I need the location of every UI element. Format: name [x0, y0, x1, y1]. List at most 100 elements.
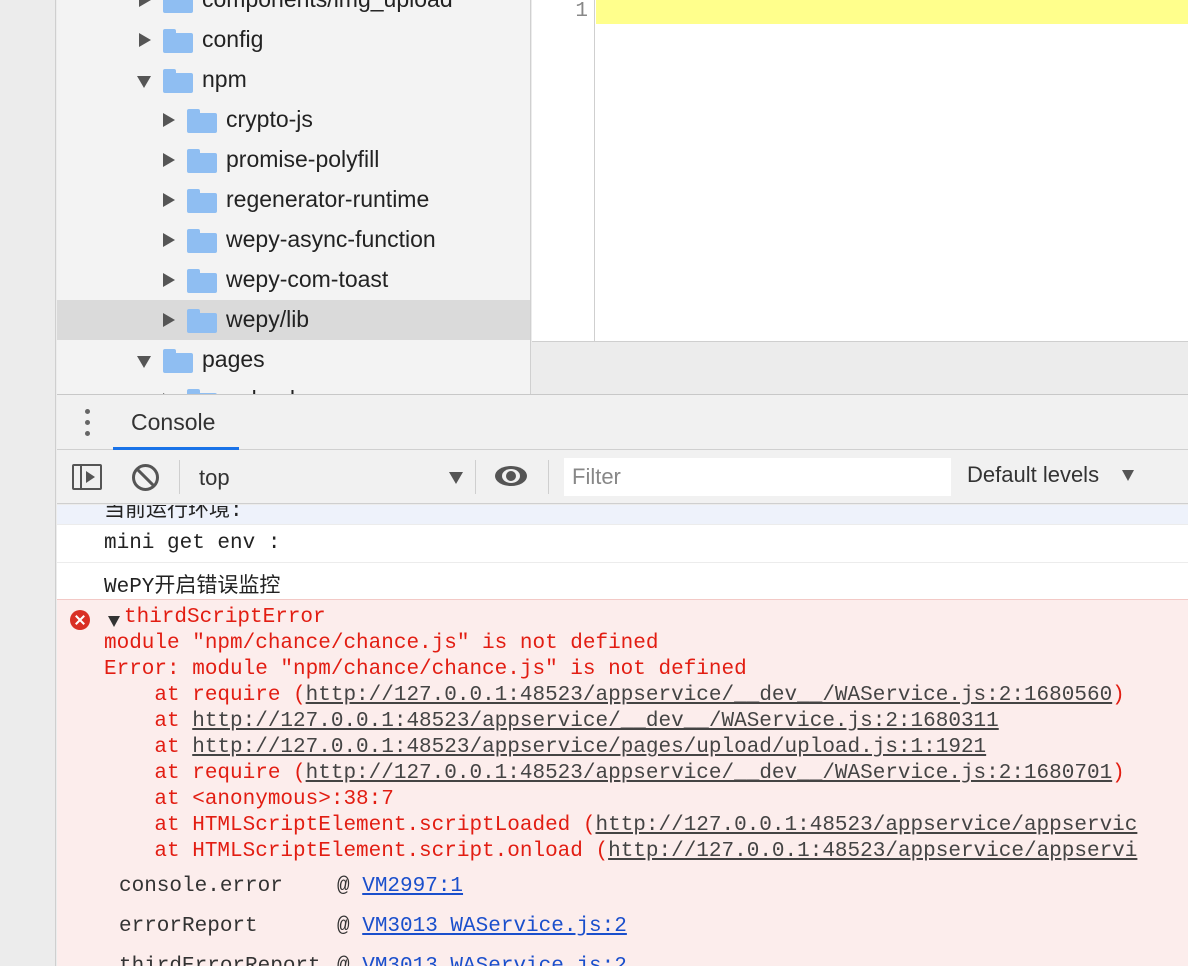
drawer-tab-bar: Console — [57, 394, 1188, 450]
error-title[interactable]: thirdScriptError — [124, 606, 326, 629]
code-editor[interactable]: 1 — [532, 0, 1188, 341]
tree-item-crypto-js[interactable]: crypto-js — [57, 100, 530, 140]
tree-item-promise-polyfill[interactable]: promise-polyfill — [57, 140, 530, 180]
call-site-row: thirdErrorReport@ VM3013 WAService.js:2 — [119, 955, 627, 966]
expand-arrow-icon[interactable] — [139, 33, 151, 47]
tree-item-config[interactable]: config — [57, 20, 530, 60]
more-options-icon[interactable] — [84, 409, 92, 439]
collapse-arrow-icon[interactable] — [137, 76, 151, 88]
stack-frame: at http://127.0.0.1:48523/appservice/pag… — [104, 736, 986, 759]
tree-item-label: wepy-com-toast — [226, 266, 389, 292]
stack-frame-link[interactable]: http://127.0.0.1:48523/appservice/__dev_… — [306, 684, 1113, 707]
stack-frame-prefix: at — [104, 710, 193, 733]
tree-item-regenerator-runtime[interactable]: regenerator-runtime — [57, 180, 530, 220]
call-site-link[interactable]: VM3013 WAService.js:2 — [362, 955, 627, 966]
tab-console[interactable]: Console — [113, 395, 239, 450]
stack-frame-link[interactable]: http://127.0.0.1:48523/appservice/__dev_… — [192, 710, 999, 733]
stack-frame-prefix: at <anonymous>:38:7 — [104, 788, 394, 811]
tree-item-pages[interactable]: pages — [57, 340, 530, 380]
call-site-at: @ — [337, 915, 350, 938]
console-message-text: WePY开启错误监控 — [104, 576, 281, 599]
console-output: 当前运行环境: mini get env : WePY开启错误监控 thirdS… — [57, 505, 1188, 966]
file-tree: components/img_upload config npm crypto-… — [57, 0, 531, 394]
folder-icon — [187, 269, 217, 293]
dropdown-caret-icon — [449, 472, 463, 484]
stack-frame-link[interactable]: http://127.0.0.1:48523/appservice/appser… — [608, 840, 1137, 863]
tree-item-upload[interactable]: upload — [57, 380, 530, 394]
expand-arrow-icon[interactable] — [163, 233, 175, 247]
stack-frame: at require (http://127.0.0.1:48523/appse… — [104, 684, 1125, 707]
tree-item-label: pages — [202, 346, 265, 372]
toolbar-divider — [475, 460, 476, 494]
collapse-arrow-icon[interactable] — [108, 616, 120, 627]
call-site-row: errorReport @ VM3013 WAService.js:2 — [119, 915, 627, 938]
tree-item-wepy-async-function[interactable]: wepy-async-function — [57, 220, 530, 260]
left-gutter — [0, 0, 56, 966]
call-site-link[interactable]: VM3013 WAService.js:2 — [362, 915, 627, 938]
expand-arrow-icon[interactable] — [163, 313, 175, 327]
call-site-at: @ — [337, 955, 350, 966]
call-site-at: @ — [337, 875, 350, 898]
stack-frame-prefix: at — [104, 736, 193, 759]
show-sidebar-icon[interactable] — [72, 464, 102, 490]
expand-arrow-icon[interactable] — [163, 113, 175, 127]
current-line-highlight — [596, 0, 1188, 24]
call-site-row: console.error @ VM2997:1 — [119, 875, 463, 898]
tree-item-components-img-upload[interactable]: components/img_upload — [57, 0, 530, 20]
line-number-gutter: 1 — [532, 0, 595, 341]
toolbar-divider — [548, 460, 549, 494]
console-message: 当前运行环境: — [57, 505, 1188, 525]
folder-icon — [187, 109, 217, 133]
tree-item-label: upload — [226, 386, 295, 394]
tree-item-wepy-lib[interactable]: wepy/lib — [57, 300, 530, 340]
stack-frame-prefix: at HTMLScriptElement.scriptLoaded ( — [104, 814, 596, 837]
folder-icon — [163, 69, 193, 93]
folder-icon — [163, 349, 193, 373]
tab-console-label: Console — [131, 409, 216, 435]
live-expression-eye-icon[interactable] — [495, 463, 527, 489]
collapse-arrow-icon[interactable] — [137, 356, 151, 368]
tree-item-label: components/img_upload — [202, 0, 453, 13]
expand-arrow-icon[interactable] — [163, 193, 175, 207]
context-selector[interactable]: top — [185, 458, 467, 496]
toolbar-divider — [179, 460, 180, 494]
tree-item-label: wepy/lib — [226, 306, 310, 332]
stack-frame-suffix: ) — [1112, 762, 1125, 785]
stack-frame-link[interactable]: http://127.0.0.1:48523/appservice/pages/… — [192, 736, 986, 759]
filter-input[interactable] — [564, 458, 951, 496]
tree-item-label: npm — [202, 66, 247, 92]
call-site-function: thirdErrorReport — [119, 955, 337, 966]
call-site-link[interactable]: VM2997:1 — [362, 875, 463, 898]
error-line: module "npm/chance/chance.js" is not def… — [104, 632, 659, 655]
folder-icon — [187, 309, 217, 333]
dropdown-caret-icon[interactable] — [1122, 470, 1134, 481]
stack-frame: at HTMLScriptElement.script.onload (http… — [104, 840, 1137, 863]
tree-item-wepy-com-toast[interactable]: wepy-com-toast — [57, 260, 530, 300]
editor-status-area — [532, 341, 1188, 394]
stack-frame-suffix: ) — [1112, 684, 1125, 707]
context-value: top — [199, 465, 230, 490]
expand-arrow-icon[interactable] — [163, 153, 175, 167]
tree-item-label: crypto-js — [226, 106, 313, 132]
stack-frame-prefix: at require ( — [104, 684, 306, 707]
tree-item-label: promise-polyfill — [226, 146, 380, 172]
folder-icon — [187, 149, 217, 173]
folder-icon — [187, 189, 217, 213]
console-message: WePY开启错误监控 — [57, 563, 1188, 600]
tree-item-npm[interactable]: npm — [57, 60, 530, 100]
stack-frame: at HTMLScriptElement.scriptLoaded (http:… — [104, 814, 1137, 837]
tree-item-label: config — [202, 26, 264, 52]
clear-console-icon[interactable] — [132, 464, 159, 491]
stack-frame: at http://127.0.0.1:48523/appservice/__d… — [104, 710, 999, 733]
expand-arrow-icon[interactable] — [139, 0, 151, 7]
default-levels-dropdown[interactable]: Default levels — [967, 462, 1099, 488]
stack-frame-prefix: at require ( — [104, 762, 306, 785]
stack-frame-link[interactable]: http://127.0.0.1:48523/appservice/__dev_… — [306, 762, 1113, 785]
error-message: thirdScriptError module "npm/chance/chan… — [57, 599, 1188, 966]
line-number: 1 — [575, 0, 588, 23]
expand-arrow-icon[interactable] — [163, 273, 175, 287]
stack-frame: at <anonymous>:38:7 — [104, 788, 394, 811]
stack-frame-link[interactable]: http://127.0.0.1:48523/appservice/appser… — [595, 814, 1137, 837]
error-line: Error: module "npm/chance/chance.js" is … — [104, 658, 747, 681]
folder-icon — [187, 229, 217, 253]
